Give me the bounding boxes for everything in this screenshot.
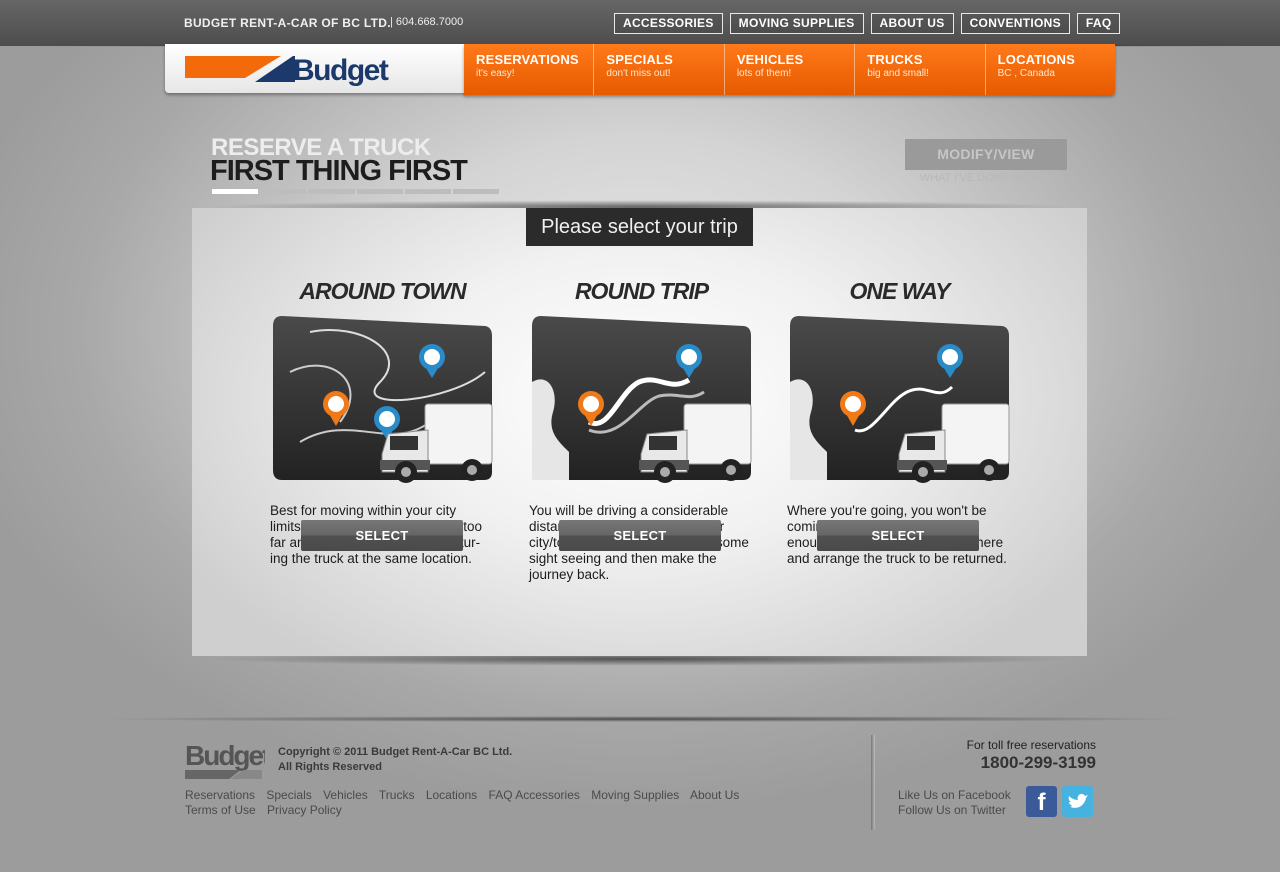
- trip-option-title: ONE WAY: [849, 278, 951, 304]
- progress-step: [260, 189, 307, 194]
- select-around-town-button[interactable]: SELECT: [301, 520, 463, 551]
- one-way-map-truck-illustration: [790, 316, 1010, 483]
- footer-link-about-us[interactable]: About Us: [690, 788, 739, 802]
- top-nav-accessories[interactable]: ACCESSORIES: [614, 13, 723, 34]
- footer-links: Reservations Specials Vehicles Trucks Lo…: [185, 788, 765, 818]
- twitter-bird-glyph: [1068, 793, 1088, 808]
- footer-link-moving-supplies[interactable]: Moving Supplies: [591, 788, 679, 802]
- trip-panel-header: Please select your trip: [526, 208, 753, 246]
- nav-subtitle: big and small!: [867, 68, 929, 79]
- progress-step: [212, 189, 259, 194]
- trip-selection-panel: Please select your trip AROUND TOWN Best…: [192, 208, 1087, 656]
- top-nav-conventions[interactable]: CONVENTIONS: [960, 13, 1070, 34]
- footer-link-vehicles[interactable]: Vehicles: [323, 788, 368, 802]
- footer-link-specials[interactable]: Specials: [266, 788, 311, 802]
- nav-title: SPECIALS: [606, 52, 674, 67]
- step-progress-bar: [212, 189, 500, 194]
- nav-title: LOCATIONS: [997, 52, 1076, 67]
- twitter-link[interactable]: Follow Us on Twitter: [898, 803, 1011, 818]
- footer-link-reservations[interactable]: Reservations: [185, 788, 255, 802]
- nav-subtitle: lots of them!: [736, 68, 792, 79]
- footer-rule: [90, 716, 1200, 722]
- footer-link-privacy[interactable]: Privacy Policy: [267, 803, 342, 817]
- trip-option-title: ROUND TRIP: [574, 278, 709, 304]
- progress-step: [308, 189, 355, 194]
- footer-divider: [871, 735, 875, 830]
- nav-subtitle: it's easy!: [476, 68, 515, 79]
- twitter-icon[interactable]: [1062, 786, 1093, 817]
- progress-step: [404, 189, 451, 194]
- facebook-icon[interactable]: f: [1026, 786, 1057, 817]
- copyright-line2: All Rights Reserved: [278, 761, 382, 773]
- progress-step: [356, 189, 403, 194]
- footer-logo-text: Budget: [185, 740, 265, 771]
- nav-trucks[interactable]: TRUCKS big and small!: [854, 44, 984, 95]
- copyright: Copyright © 2011 Budget Rent-A-Car BC Lt…: [278, 745, 512, 775]
- nav-title: TRUCKS: [867, 52, 923, 67]
- top-nav-faq[interactable]: FAQ: [1076, 13, 1121, 34]
- main-nav: RESERVATIONS it's easy! SPECIALS don't m…: [464, 44, 1115, 95]
- top-nav-moving-supplies[interactable]: MOVING SUPPLIES: [729, 13, 864, 34]
- top-nav-about-us[interactable]: ABOUT US: [870, 13, 954, 34]
- footer-link-locations[interactable]: Locations: [426, 788, 477, 802]
- round-trip-map-truck-illustration: [532, 316, 752, 483]
- copyright-line1: Copyright © 2011 Budget Rent-A-Car BC Lt…: [278, 746, 513, 758]
- modify-view-subtitle: WHAT I'VE DONE SO FAR: [919, 172, 1053, 184]
- footer-link-terms[interactable]: Terms of Use: [185, 803, 256, 817]
- around-town-map-truck-illustration: [273, 316, 493, 483]
- nav-vehicles[interactable]: VEHICLES lots of them!: [723, 44, 854, 95]
- nav-subtitle: BC , Canada: [997, 68, 1055, 79]
- nav-locations[interactable]: LOCATIONS BC , Canada: [984, 44, 1115, 95]
- select-one-way-button[interactable]: SELECT: [817, 520, 979, 551]
- social-links: Like Us on Facebook Follow Us on Twitter: [898, 788, 1011, 818]
- logo-box[interactable]: Budget: [165, 44, 467, 93]
- modify-view-button[interactable]: MODIFY/VIEW: [905, 139, 1067, 170]
- select-round-trip-button[interactable]: SELECT: [559, 520, 721, 551]
- nav-reservations[interactable]: RESERVATIONS it's easy!: [464, 44, 593, 95]
- progress-step: [452, 189, 500, 194]
- nav-title: RESERVATIONS: [476, 52, 579, 67]
- company-name: BUDGET RENT-A-CAR OF BC LTD.: [184, 16, 391, 30]
- nav-specials[interactable]: SPECIALS don't miss out!: [593, 44, 723, 95]
- trip-option-title: AROUND TOWN: [299, 278, 466, 304]
- page-title-line2: FIRST THING FIRST: [210, 155, 468, 187]
- logo-text: Budget: [293, 54, 389, 86]
- tollfree-number: 1800-299-3199: [980, 753, 1096, 772]
- footer-link-faq-accessories[interactable]: FAQ Accessories: [489, 788, 580, 802]
- footer-budget-logo[interactable]: Budget: [185, 739, 265, 781]
- budget-logo: Budget: [185, 54, 390, 86]
- facebook-link[interactable]: Like Us on Facebook: [898, 788, 1011, 803]
- top-nav: ACCESSORIES MOVING SUPPLIES ABOUT US CON…: [614, 13, 1121, 34]
- footer-link-trucks[interactable]: Trucks: [379, 788, 415, 802]
- tollfree-label: For toll free reservations: [966, 738, 1096, 752]
- nav-title: VEHICLES: [736, 52, 804, 67]
- nav-subtitle: don't miss out!: [606, 68, 671, 79]
- company-phone: | 604.668.7000: [390, 16, 464, 28]
